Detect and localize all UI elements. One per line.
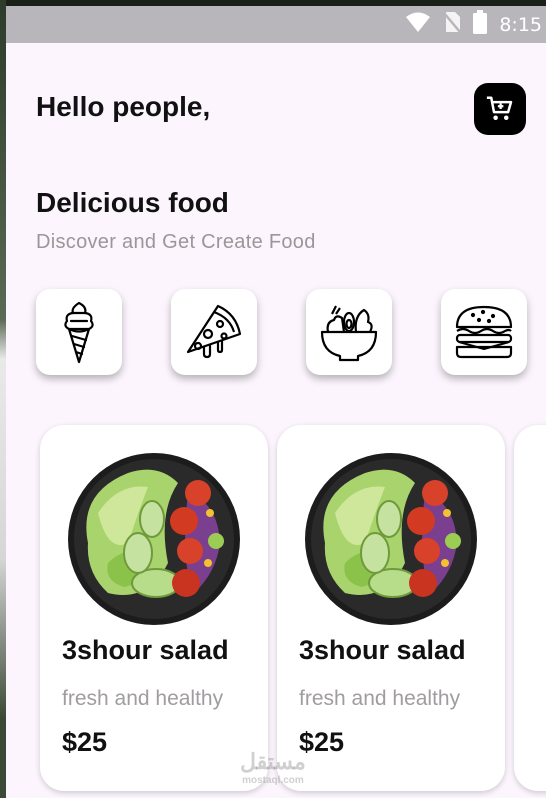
page-subtitle: Discover and Get Create Food xyxy=(36,231,316,253)
page-title: Delicious food xyxy=(36,187,229,218)
cart-icon xyxy=(486,96,513,120)
status-bar: 8:15 xyxy=(6,6,546,43)
category-ice-cream[interactable] xyxy=(36,289,122,375)
battery-icon xyxy=(473,10,488,39)
salad-image xyxy=(68,453,240,625)
salad-image xyxy=(305,453,477,625)
food-price: $25 xyxy=(62,727,108,757)
cart-button[interactable] xyxy=(474,83,526,135)
ice-cream-icon xyxy=(64,301,94,364)
food-description: fresh and healthy xyxy=(62,687,224,710)
food-description: fresh and healthy xyxy=(299,687,461,710)
watermark-logo: مستقل mostaql.com xyxy=(240,749,306,786)
category-salad[interactable] xyxy=(306,289,392,375)
app-screen: Hello people, Delicious food Discover an… xyxy=(6,43,546,798)
wifi-icon xyxy=(405,11,431,38)
food-card-partial[interactable] xyxy=(514,425,546,791)
food-title: 3shour salad xyxy=(299,635,466,665)
food-card[interactable]: 3shour salad fresh and healthy $25 xyxy=(277,425,505,791)
category-pizza[interactable] xyxy=(171,289,257,375)
no-sim-icon xyxy=(443,11,462,38)
food-title: 3shour salad xyxy=(62,635,229,665)
greeting-text: Hello people, xyxy=(36,91,211,122)
food-card[interactable]: 3shour salad fresh and healthy $25 xyxy=(40,425,268,791)
category-burger[interactable] xyxy=(441,289,527,375)
status-time: 8:15 xyxy=(499,13,542,36)
burger-icon xyxy=(455,305,513,359)
salad-bowl-icon xyxy=(320,305,378,362)
pizza-slice-icon xyxy=(186,304,242,359)
